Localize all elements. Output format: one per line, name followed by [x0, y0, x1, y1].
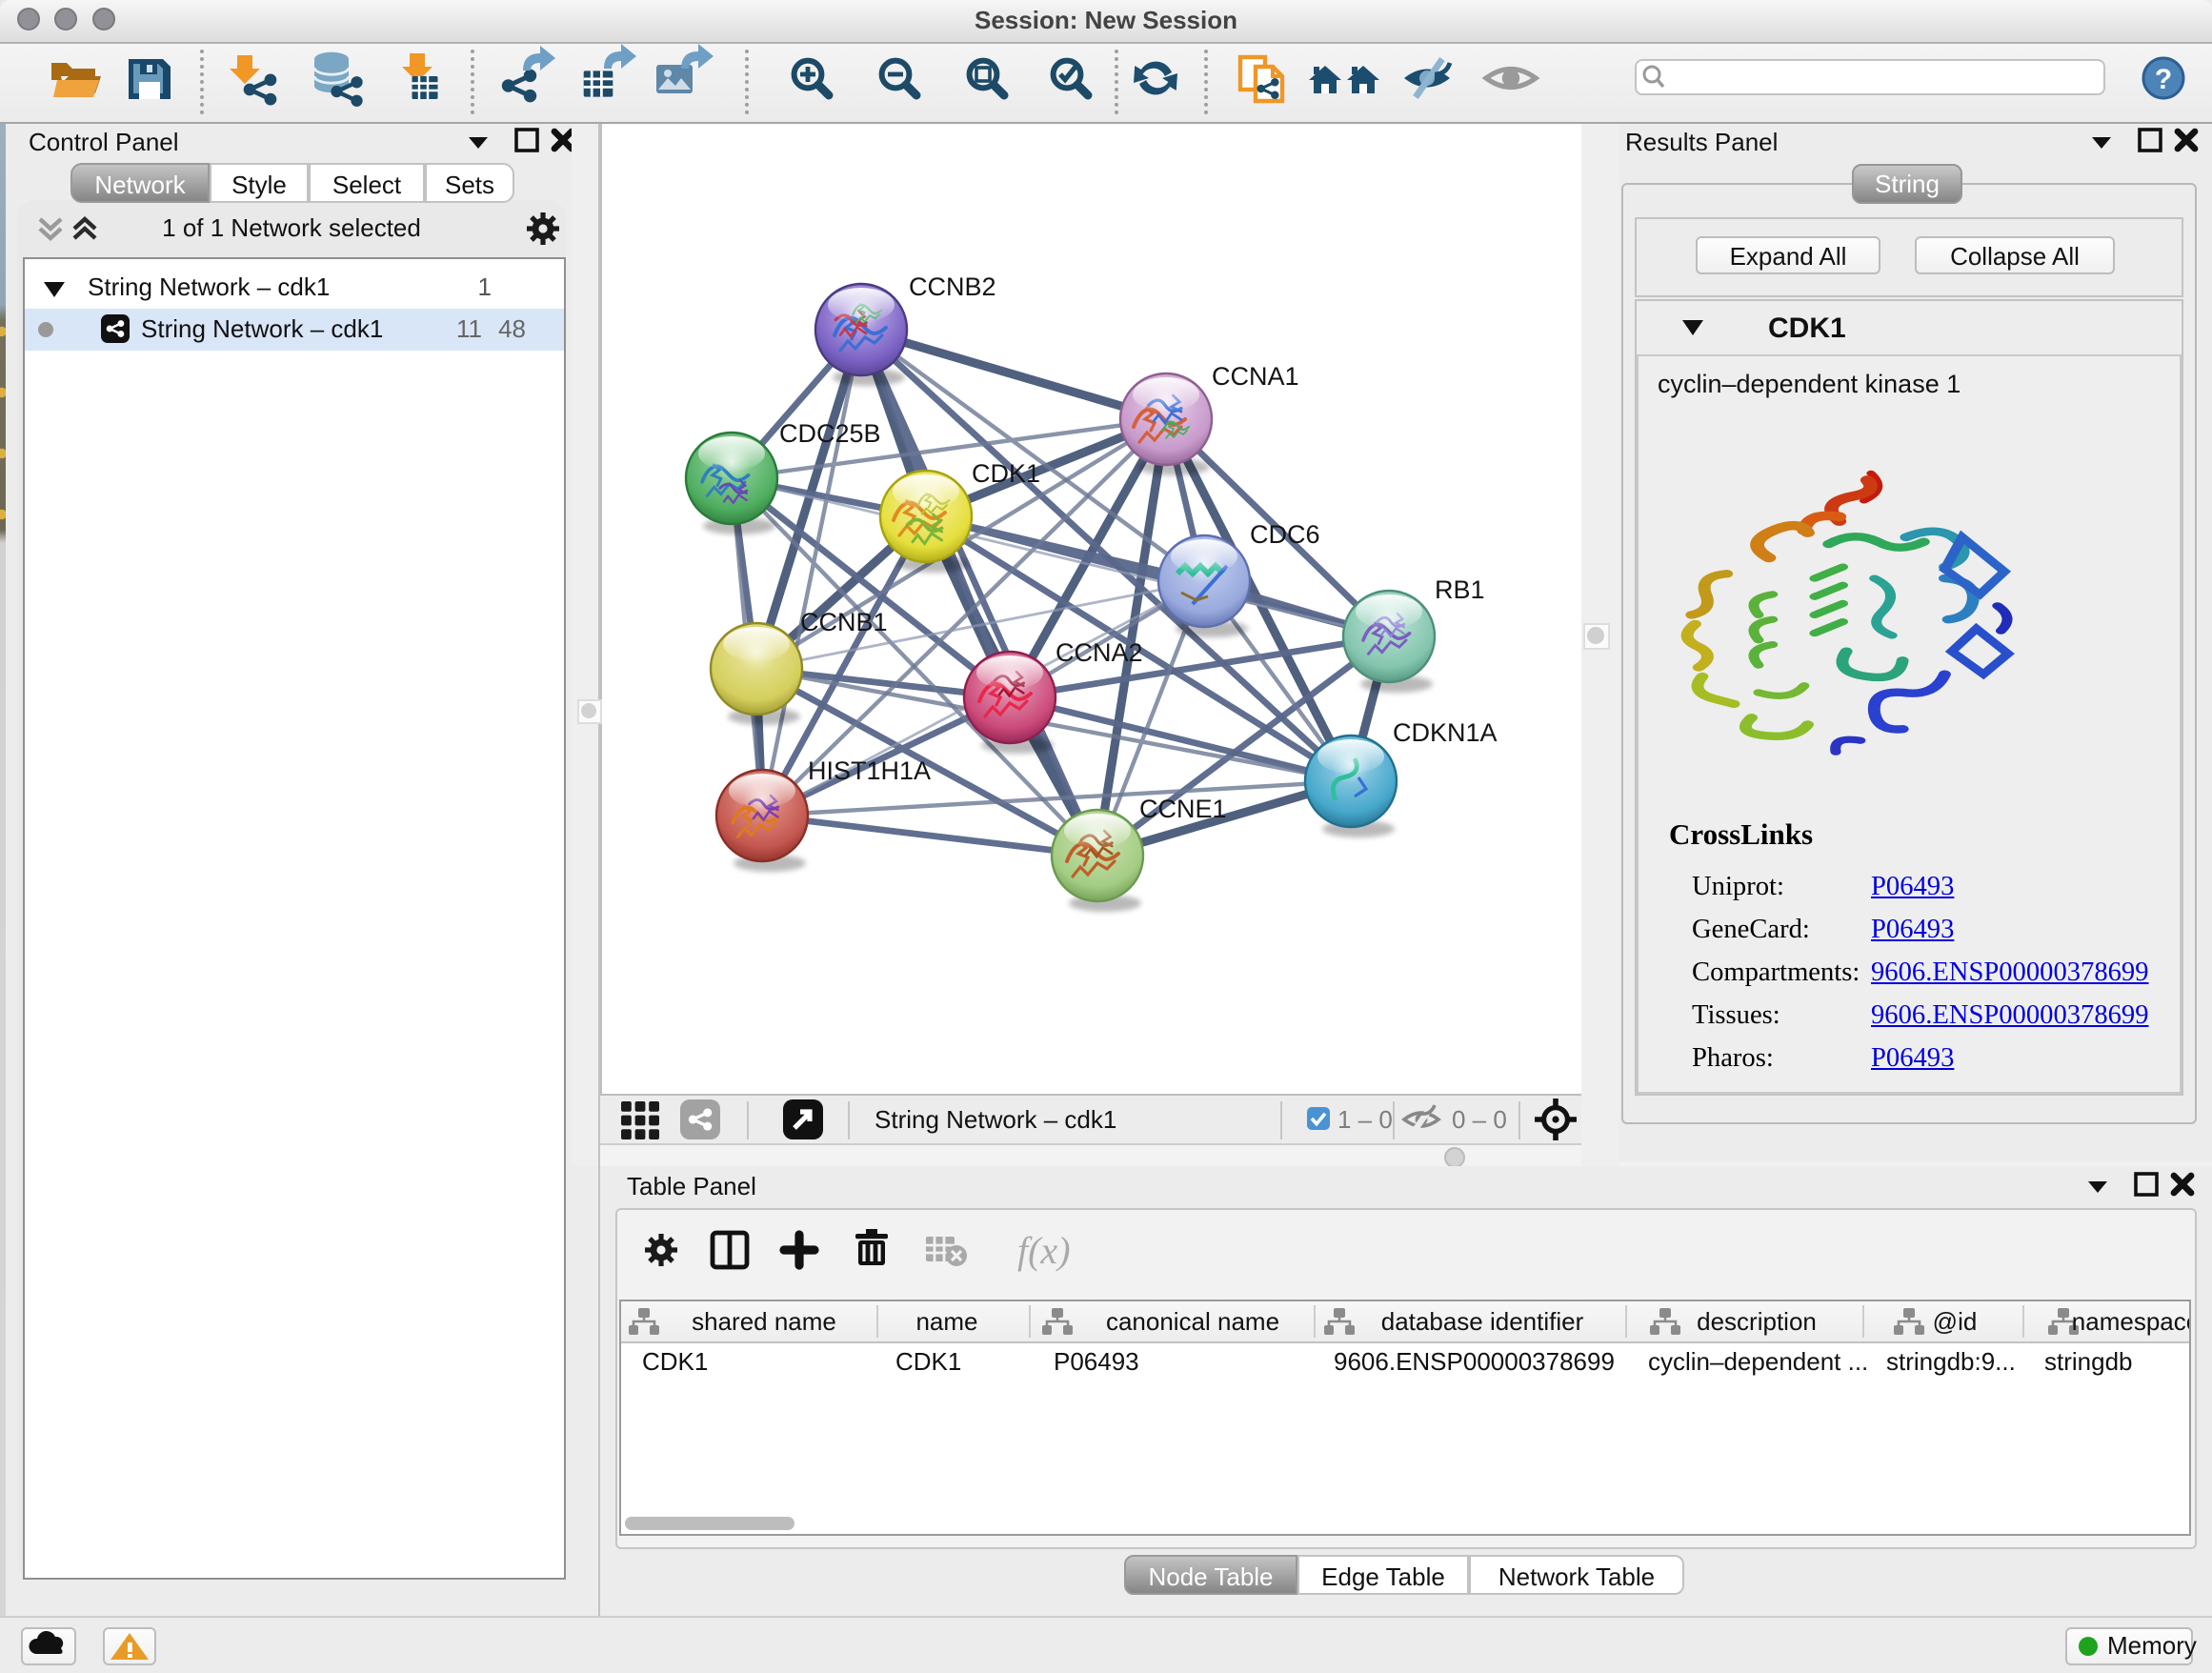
svg-text:CCNA1: CCNA1	[1212, 362, 1299, 391]
svg-text:CCNA2: CCNA2	[1056, 638, 1143, 667]
svg-text:CDK1: CDK1	[972, 459, 1040, 488]
svg-text:CDC25B: CDC25B	[779, 419, 881, 448]
svg-text:CDC6: CDC6	[1250, 520, 1320, 549]
svg-text:description: description	[1697, 1307, 1817, 1336]
svg-text:HIST1H1A: HIST1H1A	[808, 756, 931, 785]
svg-text:?: ?	[2155, 64, 2172, 95]
svg-text:CCNB2: CCNB2	[909, 272, 996, 301]
svg-text:CCNB1: CCNB1	[800, 608, 888, 636]
svg-text:name: name	[915, 1307, 977, 1336]
svg-text:canonical name: canonical name	[1106, 1307, 1279, 1336]
svg-text:CCNE1: CCNE1	[1139, 795, 1227, 823]
svg-text:RB1: RB1	[1435, 575, 1485, 604]
svg-text:f(x): f(x)	[1017, 1229, 1071, 1272]
svg-text:namespace: namespace	[2072, 1307, 2189, 1336]
svg-text:@id: @id	[1933, 1307, 1978, 1336]
svg-text:database identifier: database identifier	[1381, 1307, 1584, 1336]
svg-text:CDKN1A: CDKN1A	[1393, 718, 1498, 747]
svg-text:shared name: shared name	[692, 1307, 836, 1336]
